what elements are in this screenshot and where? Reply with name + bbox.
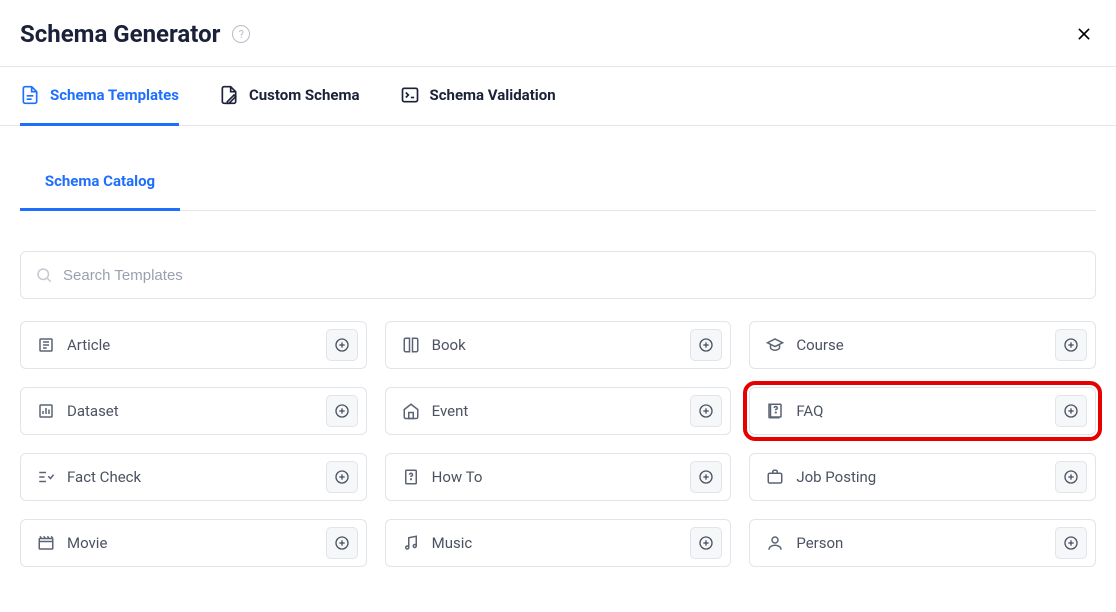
template-label: How To xyxy=(432,468,679,486)
template-label: Movie xyxy=(67,534,314,552)
template-card-event[interactable]: Event xyxy=(385,387,732,435)
terminal-icon xyxy=(400,85,420,105)
add-button[interactable] xyxy=(326,527,358,559)
template-label: Course xyxy=(796,336,1043,354)
template-label: Fact Check xyxy=(67,468,314,486)
template-card-book[interactable]: Book xyxy=(385,321,732,369)
template-label: Dataset xyxy=(67,402,314,420)
document-icon xyxy=(20,85,40,105)
header: Schema Generator ? xyxy=(0,0,1116,67)
close-icon[interactable] xyxy=(1072,22,1096,46)
add-button[interactable] xyxy=(326,461,358,493)
tab-label: Custom Schema xyxy=(249,86,360,104)
template-card-fact-check[interactable]: Fact Check xyxy=(20,453,367,501)
factcheck-icon xyxy=(37,468,55,486)
search-input[interactable] xyxy=(63,267,1081,284)
person-icon xyxy=(766,534,784,552)
template-label: Job Posting xyxy=(796,468,1043,486)
template-card-dataset[interactable]: Dataset xyxy=(20,387,367,435)
template-label: Music xyxy=(432,534,679,552)
tab-schema-validation[interactable]: Schema Validation xyxy=(400,67,556,126)
subtabs: Schema Catalog xyxy=(20,154,1096,211)
search-templates-wrap[interactable] xyxy=(20,251,1096,299)
content-area: Schema Catalog Article Book C xyxy=(0,154,1116,567)
template-label: FAQ xyxy=(796,402,1043,420)
add-button[interactable] xyxy=(1055,527,1087,559)
template-card-article[interactable]: Article xyxy=(20,321,367,369)
main-tabs: Schema Templates Custom Schema Schema Va… xyxy=(0,67,1116,126)
template-card-movie[interactable]: Movie xyxy=(20,519,367,567)
article-icon xyxy=(37,336,55,354)
template-card-how-to[interactable]: How To xyxy=(385,453,732,501)
add-button[interactable] xyxy=(1055,329,1087,361)
dataset-icon xyxy=(37,402,55,420)
template-label: Book xyxy=(432,336,679,354)
document-edit-icon xyxy=(219,85,239,105)
event-icon xyxy=(402,402,420,420)
jobposting-icon xyxy=(766,468,784,486)
page-title: Schema Generator xyxy=(20,20,220,48)
template-card-music[interactable]: Music xyxy=(385,519,732,567)
tab-custom-schema[interactable]: Custom Schema xyxy=(219,67,360,126)
template-grid: Article Book Course Dataset xyxy=(20,321,1096,567)
help-icon[interactable]: ? xyxy=(232,25,250,43)
template-card-person[interactable]: Person xyxy=(749,519,1096,567)
add-button[interactable] xyxy=(690,527,722,559)
add-button[interactable] xyxy=(1055,461,1087,493)
template-card-course[interactable]: Course xyxy=(749,321,1096,369)
add-button[interactable] xyxy=(326,329,358,361)
add-button[interactable] xyxy=(1055,395,1087,427)
book-icon xyxy=(402,336,420,354)
tab-label: Schema Templates xyxy=(50,86,179,104)
template-label: Event xyxy=(432,402,679,420)
course-icon xyxy=(766,336,784,354)
movie-icon xyxy=(37,534,55,552)
tab-label: Schema Validation xyxy=(430,86,556,104)
template-label: Person xyxy=(796,534,1043,552)
header-left: Schema Generator ? xyxy=(20,20,250,48)
tab-schema-templates[interactable]: Schema Templates xyxy=(20,67,179,126)
search-icon xyxy=(35,266,53,284)
add-button[interactable] xyxy=(690,329,722,361)
template-card-job-posting[interactable]: Job Posting xyxy=(749,453,1096,501)
music-icon xyxy=(402,534,420,552)
faq-icon xyxy=(766,402,784,420)
howto-icon xyxy=(402,468,420,486)
subtab-schema-catalog[interactable]: Schema Catalog xyxy=(20,154,180,211)
add-button[interactable] xyxy=(326,395,358,427)
template-card-faq[interactable]: FAQ xyxy=(749,387,1096,435)
template-label: Article xyxy=(67,336,314,354)
add-button[interactable] xyxy=(690,461,722,493)
add-button[interactable] xyxy=(690,395,722,427)
